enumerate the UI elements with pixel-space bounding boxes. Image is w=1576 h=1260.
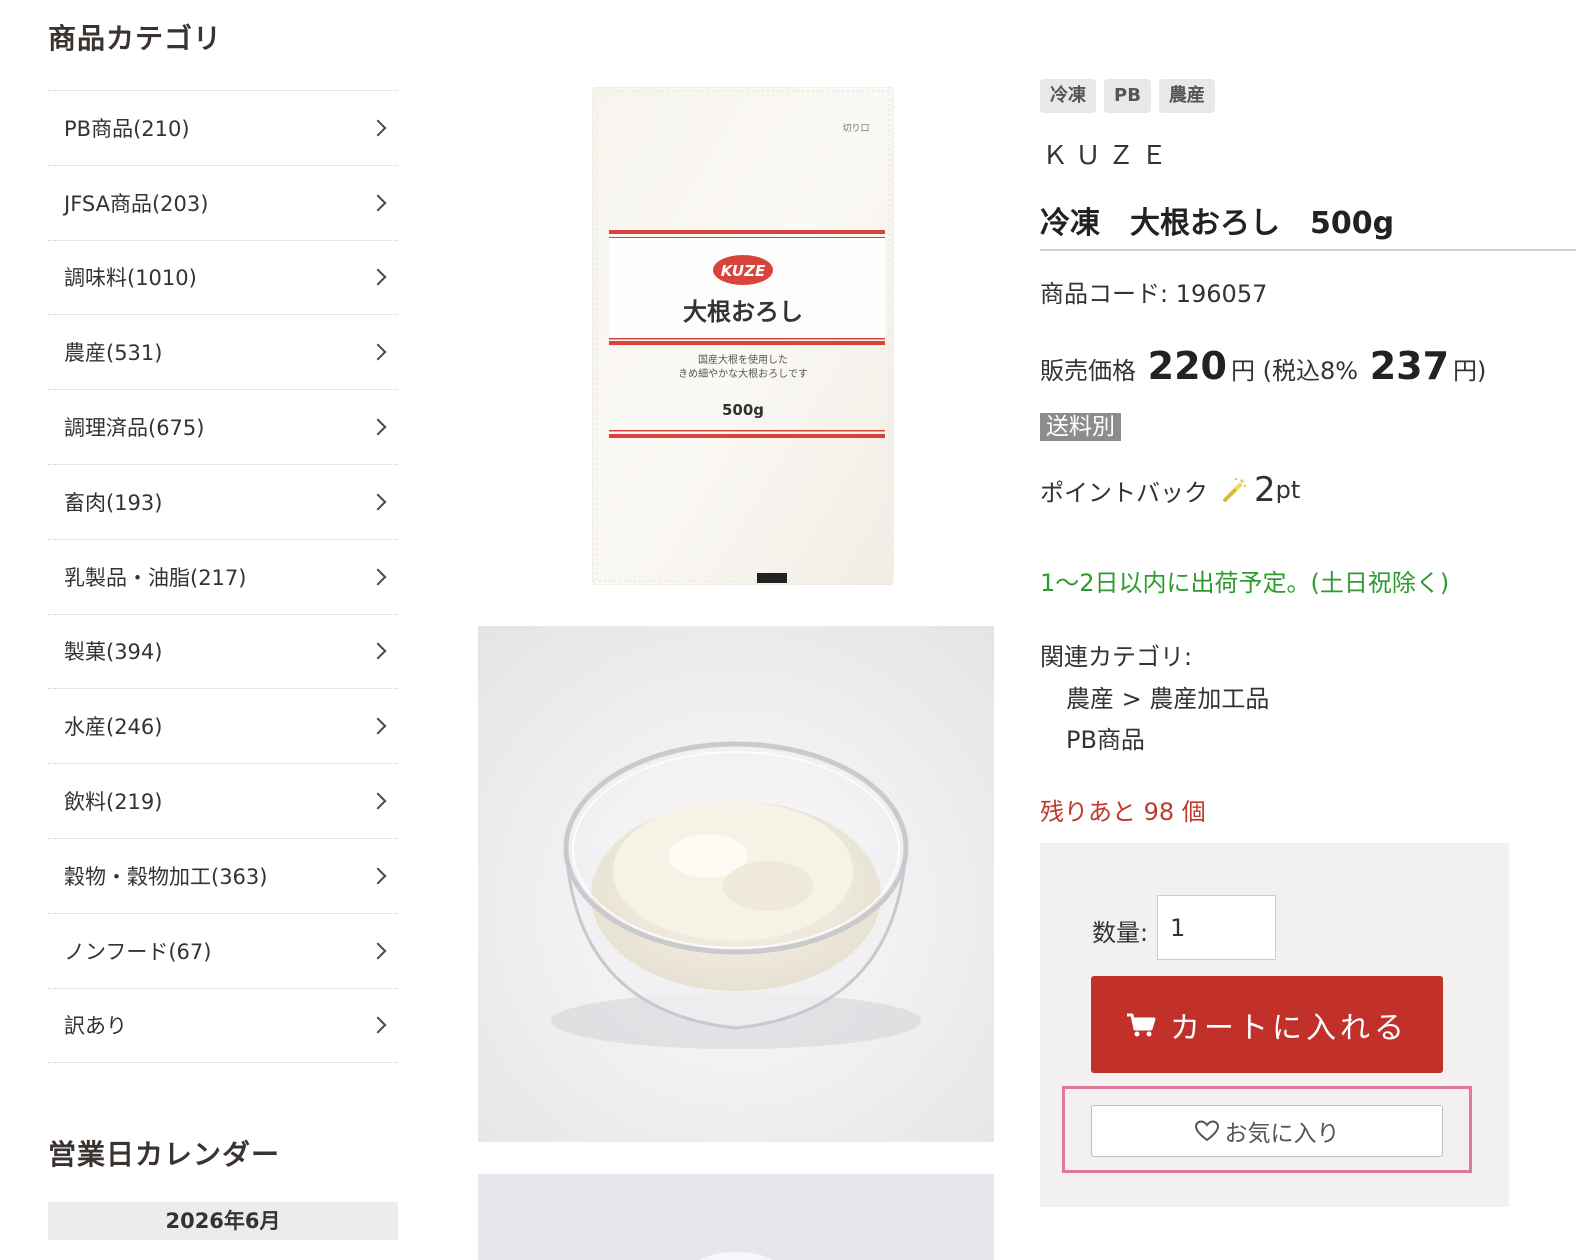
category-label: 訳あり	[64, 1014, 127, 1039]
category-label: 穀物・穀物加工(363)	[64, 864, 268, 889]
calendar-month: 2026年6月	[48, 1202, 398, 1240]
stock-remaining: 残りあと 98 個	[1040, 798, 1206, 826]
magic-wand-icon	[1223, 477, 1247, 502]
chevron-right-icon	[369, 418, 387, 436]
chevron-right-icon	[369, 942, 387, 960]
category-item-prepared[interactable]: 調理済品(675)	[48, 390, 398, 465]
category-item-confectionery[interactable]: 製菓(394)	[48, 615, 398, 690]
points-unit: pt	[1275, 476, 1301, 504]
category-item-agriculture[interactable]: 農産(531)	[48, 315, 398, 391]
product-tags: 冷凍 PB 農産	[1040, 79, 1215, 113]
category-label: 水産(246)	[64, 715, 163, 740]
category-label: ノンフード(67)	[64, 939, 212, 964]
price-value: 220	[1147, 344, 1227, 388]
price-tax-unit: 円)	[1453, 357, 1487, 385]
price-tax-value: 237	[1369, 344, 1450, 388]
category-item-jfsa[interactable]: JFSA商品(203)	[48, 166, 398, 241]
price-tax-label: (税込8%	[1262, 357, 1359, 385]
add-to-cart-label: カートに入れる	[1170, 1010, 1408, 1046]
product-bowl-image[interactable]	[478, 626, 994, 1142]
tag-frozen[interactable]: 冷凍	[1040, 79, 1096, 113]
favorite-label: お気に入り	[1224, 1121, 1340, 1147]
category-label: 乳製品・油脂(217)	[64, 565, 247, 590]
calendar-heading: 営業日カレンダー	[48, 1138, 281, 1171]
chevron-right-icon	[369, 867, 387, 885]
category-heading: 商品カテゴリ	[48, 22, 223, 55]
chevron-right-icon	[369, 717, 387, 735]
package-weight: 500g	[722, 401, 764, 419]
category-item-seafood[interactable]: 水産(246)	[48, 689, 398, 765]
tag-pb[interactable]: PB	[1104, 79, 1151, 113]
package-cut-mark: 切り口	[842, 123, 869, 134]
package-tagline-1: 国産大根を使用した	[698, 353, 788, 366]
category-item-dairy[interactable]: 乳製品・油脂(217)	[48, 540, 398, 615]
related-category-link[interactable]: 農産 > 農産加工品	[1066, 679, 1269, 714]
brand-name: ＫＵＺＥ	[1042, 141, 1175, 171]
shipping-badge: 送料別	[1040, 413, 1121, 441]
category-label: 畜肉(193)	[64, 490, 163, 515]
product-package-image[interactable]: 切り口 KUZE 大根おろし 国産大根を使用した きめ細やかな大根おろしです 5…	[591, 87, 895, 585]
price: 販売価格 220 円 (税込8% 237 円)	[1040, 344, 1486, 388]
title-divider	[1040, 249, 1576, 251]
category-item-nonfood[interactable]: ノンフード(67)	[48, 914, 398, 989]
add-to-cart-button[interactable]: カートに入れる	[1091, 976, 1443, 1073]
package-tagline-2: きめ細やかな大根おろしです	[678, 367, 808, 380]
related-category-link[interactable]: PB商品	[1066, 720, 1145, 755]
points-value: 2	[1254, 470, 1276, 510]
category-list: PB商品(210) JFSA商品(203) 調味料(1010) 農産(531) …	[48, 90, 398, 1064]
chevron-right-icon	[369, 642, 387, 660]
category-label: JFSA商品(203)	[64, 191, 209, 216]
quantity-label: 数量:	[1092, 919, 1149, 947]
cart-panel: 数量: カートに入れる お気に入り	[1040, 843, 1509, 1207]
category-item-outlet[interactable]: 訳あり	[48, 989, 398, 1064]
package-brand-logo: KUZE	[721, 262, 766, 280]
product-code: 商品コード: 196057	[1040, 274, 1267, 309]
price-label: 販売価格	[1040, 357, 1136, 385]
package-product-name: 大根おろし	[683, 297, 803, 326]
product-code-value: 196057	[1175, 280, 1268, 308]
points-label: ポイントバック	[1040, 478, 1208, 507]
chevron-right-icon	[369, 343, 387, 361]
cart-icon	[1127, 1013, 1156, 1036]
category-item-meat[interactable]: 畜肉(193)	[48, 465, 398, 540]
quantity-input[interactable]	[1157, 895, 1276, 960]
category-label: 農産(531)	[64, 341, 163, 366]
category-label: 製菓(394)	[64, 640, 163, 665]
chevron-right-icon	[369, 1016, 387, 1034]
product-title: 冷凍 大根おろし 500g	[1040, 206, 1395, 241]
tag-agriculture[interactable]: 農産	[1158, 79, 1215, 113]
product-code-label: 商品コード:	[1040, 280, 1169, 308]
chevron-right-icon	[369, 568, 387, 586]
category-label: 調味料(1010)	[64, 266, 197, 291]
heart-icon	[1194, 1120, 1219, 1142]
category-label: 調理済品(675)	[64, 416, 205, 441]
category-item-beverage[interactable]: 飲料(219)	[48, 764, 398, 839]
related-categories-label: 関連カテゴリ:	[1040, 643, 1193, 671]
chevron-right-icon	[369, 268, 387, 286]
chevron-right-icon	[369, 493, 387, 511]
product-third-image[interactable]	[478, 1174, 994, 1260]
chevron-right-icon	[369, 792, 387, 810]
category-item-seasoning[interactable]: 調味料(1010)	[48, 241, 398, 316]
category-label: 飲料(219)	[64, 790, 163, 815]
chevron-right-icon	[369, 194, 387, 212]
points-back: ポイントバック 2 pt	[1040, 470, 1300, 510]
category-item-grain[interactable]: 穀物・穀物加工(363)	[48, 839, 398, 914]
category-item-pb[interactable]: PB商品(210)	[48, 91, 398, 166]
chevron-right-icon	[369, 119, 387, 137]
shipping-schedule: 1〜2日以内に出荷予定。(土日祝除く)	[1040, 569, 1450, 597]
category-label: PB商品(210)	[64, 116, 190, 141]
favorite-button[interactable]: お気に入り	[1091, 1105, 1443, 1157]
price-unit: 円	[1230, 357, 1255, 385]
product-info: 冷凍 PB 農産 ＫＵＺＥ 冷凍 大根おろし 500g 商品コード: 19605…	[1040, 0, 1576, 1260]
